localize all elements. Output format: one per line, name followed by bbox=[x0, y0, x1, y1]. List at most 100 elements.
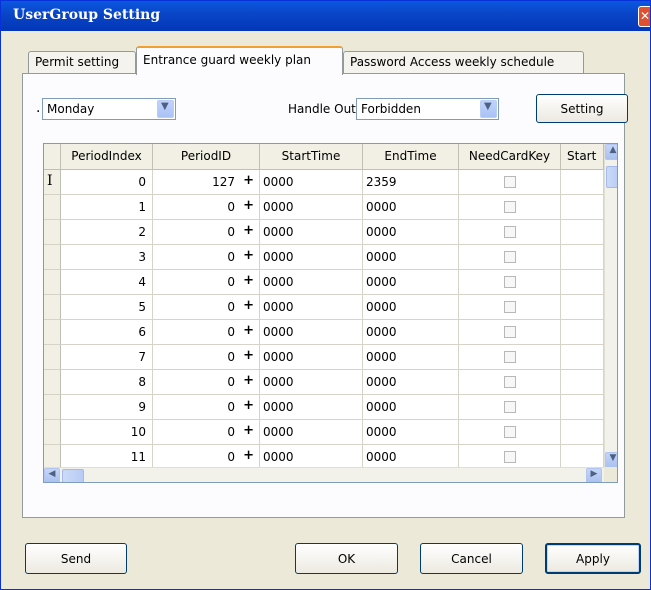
end-time-cell[interactable]: 0000 bbox=[363, 420, 459, 445]
period-id-cell[interactable]: 0 + bbox=[153, 270, 260, 295]
end-time-cell[interactable]: 0000 bbox=[363, 395, 459, 420]
start-time-cell[interactable]: 0000 bbox=[260, 320, 363, 345]
close-button[interactable]: ✕ bbox=[638, 6, 650, 27]
start-time-cell[interactable]: 0000 bbox=[260, 420, 363, 445]
need-card-key-checkbox[interactable] bbox=[504, 376, 516, 388]
plus-icon[interactable]: + bbox=[243, 198, 254, 213]
need-card-key-checkbox[interactable] bbox=[504, 401, 516, 413]
start-time-cell[interactable]: 0000 bbox=[260, 345, 363, 370]
column-header-endtime[interactable]: EndTime bbox=[363, 144, 459, 170]
plus-icon[interactable]: + bbox=[243, 248, 254, 263]
row-header[interactable]: I bbox=[44, 170, 61, 195]
plus-icon[interactable]: + bbox=[243, 173, 254, 188]
row-header[interactable] bbox=[44, 270, 61, 295]
row-header[interactable] bbox=[44, 245, 61, 270]
tab-entrance-guard-weekly-plan[interactable]: Entrance guard weekly plan bbox=[136, 46, 343, 75]
start-cell[interactable] bbox=[561, 220, 604, 245]
end-time-cell[interactable]: 0000 bbox=[363, 320, 459, 345]
need-card-key-checkbox[interactable] bbox=[504, 176, 516, 188]
period-index-cell[interactable]: 3 bbox=[61, 245, 153, 270]
column-header-start[interactable]: Start bbox=[561, 144, 604, 170]
scroll-left-button[interactable]: ◀ bbox=[44, 468, 60, 482]
period-index-cell[interactable]: 9 bbox=[61, 395, 153, 420]
period-id-cell[interactable]: 0 + bbox=[153, 220, 260, 245]
plus-icon[interactable]: + bbox=[243, 223, 254, 238]
apply-button[interactable]: Apply bbox=[545, 543, 641, 574]
column-header-periodindex[interactable]: PeriodIndex bbox=[61, 144, 153, 170]
end-time-cell[interactable]: 0000 bbox=[363, 345, 459, 370]
column-header-periodid[interactable]: PeriodID bbox=[153, 144, 260, 170]
column-header-starttime[interactable]: StartTime bbox=[260, 144, 363, 170]
need-card-key-checkbox[interactable] bbox=[504, 276, 516, 288]
end-time-cell[interactable]: 0000 bbox=[363, 270, 459, 295]
start-time-cell[interactable]: 0000 bbox=[260, 245, 363, 270]
period-id-cell[interactable]: 0 + bbox=[153, 320, 260, 345]
start-cell[interactable] bbox=[561, 320, 604, 345]
end-time-cell[interactable]: 0000 bbox=[363, 370, 459, 395]
vertical-scrollbar[interactable]: ▲ ▼ bbox=[604, 144, 617, 468]
start-time-cell[interactable]: 0000 bbox=[260, 220, 363, 245]
period-id-cell[interactable]: 0 + bbox=[153, 195, 260, 220]
row-header[interactable] bbox=[44, 345, 61, 370]
scroll-down-button[interactable]: ▼ bbox=[605, 452, 617, 468]
ok-button[interactable]: OK bbox=[295, 543, 398, 574]
period-id-cell[interactable]: 0 + bbox=[153, 245, 260, 270]
row-header[interactable] bbox=[44, 220, 61, 245]
need-card-key-checkbox[interactable] bbox=[504, 201, 516, 213]
start-time-cell[interactable]: 0000 bbox=[260, 395, 363, 420]
tab-password-access-weekly-schedule[interactable]: Password Access weekly schedule bbox=[343, 51, 584, 73]
need-card-key-checkbox[interactable] bbox=[504, 251, 516, 263]
period-index-cell[interactable]: 1 bbox=[61, 195, 153, 220]
start-cell[interactable] bbox=[561, 245, 604, 270]
need-card-key-checkbox[interactable] bbox=[504, 351, 516, 363]
setting-button[interactable]: Setting bbox=[536, 94, 628, 123]
end-time-cell[interactable]: 0000 bbox=[363, 195, 459, 220]
plus-icon[interactable]: + bbox=[243, 298, 254, 313]
cancel-button[interactable]: Cancel bbox=[420, 543, 523, 574]
end-time-cell[interactable]: 0000 bbox=[363, 295, 459, 320]
period-index-cell[interactable]: 6 bbox=[61, 320, 153, 345]
need-card-key-checkbox[interactable] bbox=[504, 301, 516, 313]
horizontal-scrollbar[interactable]: ◀ ▶ bbox=[44, 467, 604, 482]
chevron-down-icon[interactable]: ▼ bbox=[157, 100, 174, 118]
start-cell[interactable] bbox=[561, 270, 604, 295]
chevron-down-icon[interactable]: ▼ bbox=[480, 100, 497, 118]
period-index-cell[interactable]: 0 bbox=[61, 170, 153, 195]
period-index-cell[interactable]: 2 bbox=[61, 220, 153, 245]
start-time-cell[interactable]: 0000 bbox=[260, 370, 363, 395]
day-select[interactable]: Monday ▼ bbox=[42, 98, 176, 120]
plus-icon[interactable]: + bbox=[243, 448, 254, 463]
start-cell[interactable] bbox=[561, 170, 604, 195]
horizontal-scroll-thumb[interactable] bbox=[62, 469, 84, 482]
period-index-cell[interactable]: 4 bbox=[61, 270, 153, 295]
row-header[interactable] bbox=[44, 370, 61, 395]
row-header[interactable] bbox=[44, 420, 61, 445]
row-header[interactable] bbox=[44, 395, 61, 420]
row-header[interactable] bbox=[44, 195, 61, 220]
scroll-right-button[interactable]: ▶ bbox=[586, 468, 602, 482]
start-cell[interactable] bbox=[561, 195, 604, 220]
need-card-key-checkbox[interactable] bbox=[504, 226, 516, 238]
end-time-cell[interactable]: 0000 bbox=[363, 220, 459, 245]
start-time-cell[interactable]: 0000 bbox=[260, 170, 363, 195]
plus-icon[interactable]: + bbox=[243, 348, 254, 363]
period-id-cell[interactable]: 0 + bbox=[153, 395, 260, 420]
plus-icon[interactable]: + bbox=[243, 423, 254, 438]
period-id-cell[interactable]: 0 + bbox=[153, 295, 260, 320]
scroll-up-button[interactable]: ▲ bbox=[605, 144, 617, 160]
need-card-key-checkbox[interactable] bbox=[504, 426, 516, 438]
start-time-cell[interactable]: 0000 bbox=[260, 195, 363, 220]
row-header[interactable] bbox=[44, 320, 61, 345]
period-index-cell[interactable]: 8 bbox=[61, 370, 153, 395]
start-time-cell[interactable]: 0000 bbox=[260, 270, 363, 295]
plus-icon[interactable]: + bbox=[243, 273, 254, 288]
period-index-cell[interactable]: 7 bbox=[61, 345, 153, 370]
plus-icon[interactable]: + bbox=[243, 398, 254, 413]
start-time-cell[interactable]: 0000 bbox=[260, 295, 363, 320]
period-id-cell[interactable]: 0 + bbox=[153, 420, 260, 445]
start-cell[interactable] bbox=[561, 370, 604, 395]
start-cell[interactable] bbox=[561, 345, 604, 370]
period-id-cell[interactable]: 0 + bbox=[153, 370, 260, 395]
end-time-cell[interactable]: 0000 bbox=[363, 245, 459, 270]
period-index-cell[interactable]: 10 bbox=[61, 420, 153, 445]
